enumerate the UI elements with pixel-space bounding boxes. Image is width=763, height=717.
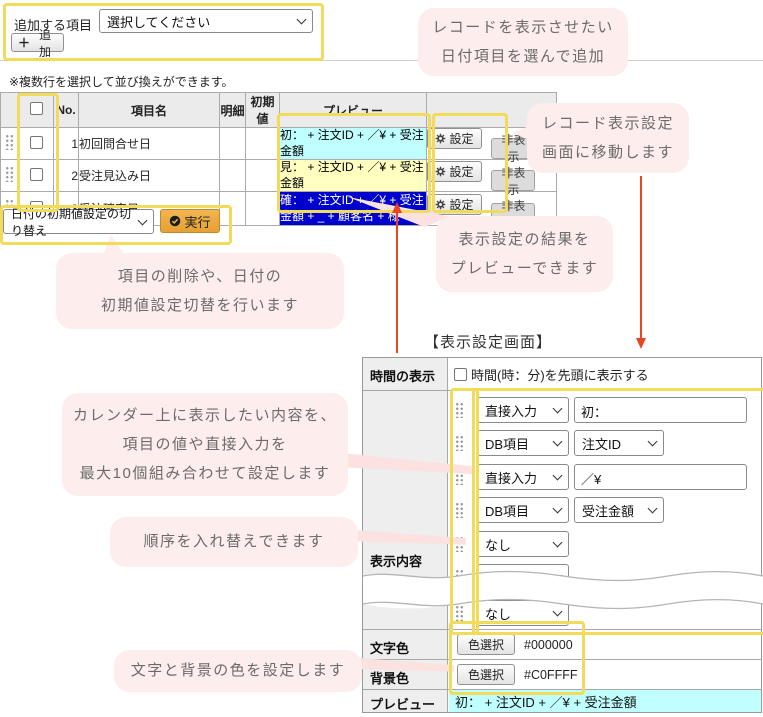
settings-button[interactable]: 設定 bbox=[427, 128, 482, 150]
content-text-input[interactable]: 初： bbox=[574, 397, 747, 423]
bubble-colors: 文字と背景の色を設定します bbox=[114, 650, 362, 692]
bubble-preview-result: 表示設定の結果を プレビューできます bbox=[436, 216, 613, 292]
initial-value-switch-select[interactable]: 日付の初期値設定の切り替え bbox=[3, 207, 154, 238]
arrow-down-line bbox=[640, 176, 642, 338]
divider bbox=[0, 60, 763, 61]
row-item-name: 受注見込み日 bbox=[78, 159, 220, 193]
plus-icon: ＋ bbox=[18, 36, 31, 50]
row-preview: 見： + 注文ID + ／¥ + 受注金額 bbox=[279, 159, 427, 193]
add-button[interactable]: ＋追加 bbox=[11, 28, 64, 59]
check-circle-icon bbox=[170, 215, 181, 227]
row-item-name: 初回問合せ日 bbox=[78, 126, 220, 161]
drag-handle[interactable] bbox=[5, 134, 14, 151]
chevron-down-icon bbox=[552, 436, 563, 447]
row-detail bbox=[219, 159, 246, 193]
drag-handle[interactable] bbox=[455, 502, 464, 518]
row-detail bbox=[219, 191, 246, 227]
chevron-down-icon bbox=[647, 436, 658, 447]
chevron-down-icon bbox=[552, 470, 563, 481]
color-picker-button[interactable]: 色選択 bbox=[457, 664, 515, 685]
gear-icon bbox=[436, 166, 446, 176]
add-item-select[interactable]: 選択してください bbox=[99, 9, 313, 33]
row-checkbox[interactable] bbox=[29, 167, 43, 181]
col-no: No. bbox=[53, 92, 79, 128]
chevron-down-icon bbox=[552, 503, 563, 514]
gear-icon bbox=[436, 134, 446, 144]
row-detail bbox=[219, 126, 246, 161]
text-color-row: 色選択 #000000 bbox=[449, 630, 761, 659]
col-detail: 明細 bbox=[219, 92, 246, 128]
settings-button[interactable]: 設定 bbox=[427, 193, 482, 215]
row-no: 2 bbox=[53, 159, 79, 193]
chevron-down-icon bbox=[552, 403, 563, 414]
content-type-select[interactable]: 直接入力 bbox=[477, 397, 569, 423]
bg-color-value: #C0FFFF bbox=[524, 667, 578, 682]
drag-handle[interactable] bbox=[455, 402, 464, 418]
chevron-down-icon bbox=[552, 537, 563, 548]
content-type-select[interactable]: DB項目 bbox=[477, 430, 569, 456]
content-field-select[interactable]: 受注金額 bbox=[574, 497, 664, 523]
display-content-row: 直接入力 初： bbox=[449, 395, 761, 428]
chevron-down-icon bbox=[296, 14, 307, 25]
page: 追加する項目 選択してください ＋追加 ※複数行を選択して並び換えができます。 … bbox=[0, 0, 763, 717]
content-type-select[interactable]: 直接入力 bbox=[477, 464, 569, 490]
preview-label: プレビュー bbox=[363, 690, 448, 712]
col-initial: 初期値 bbox=[245, 92, 280, 128]
select-all-header bbox=[18, 92, 54, 128]
fold-break bbox=[363, 570, 763, 610]
bubble-settings-nav: レコード表示設定 画面に移動します bbox=[527, 103, 689, 173]
time-display-checkbox-label: 時間(時：分)を先頭に表示する bbox=[471, 367, 649, 383]
bubble-delete-switch: 項目の削除や、日付の 初期値設定切替を行います bbox=[56, 253, 344, 329]
row-initial bbox=[245, 191, 280, 227]
initial-value-switch-value: 日付の初期値設定の切り替え bbox=[11, 206, 132, 238]
time-display-label: 時間の表示 bbox=[363, 358, 448, 390]
arrow-up-line bbox=[396, 212, 398, 353]
time-display-row: 時間(時：分)を先頭に表示する bbox=[449, 358, 761, 390]
content-field-select[interactable]: 注文ID bbox=[574, 430, 664, 456]
execute-button[interactable]: 実行 bbox=[160, 209, 220, 233]
multi-select-note: ※複数行を選択して並び換えができます。 bbox=[9, 75, 234, 89]
row-checkbox[interactable] bbox=[29, 135, 43, 149]
col-preview: プレビュー bbox=[279, 92, 427, 128]
table-row: 1 初回問合せ日 初： + 注文ID + ／¥ + 受注金額 設定 非表示 bbox=[0, 126, 557, 164]
bubble-tail bbox=[103, 235, 125, 255]
item-table-header: No. 項目名 明細 初期値 プレビュー bbox=[0, 92, 557, 128]
settings-button[interactable]: 設定 bbox=[427, 160, 482, 182]
drag-col-header bbox=[0, 92, 19, 128]
select-all-checkbox[interactable] bbox=[29, 102, 43, 115]
display-content-row: DB項目 注文ID bbox=[449, 428, 761, 461]
content-text-input[interactable]: ／¥ bbox=[574, 464, 747, 490]
content-type-select[interactable]: DB項目 bbox=[477, 497, 569, 523]
text-color-label: 文字色 bbox=[363, 630, 448, 659]
bubble-add-hint: レコードを表示させたい 日付項目を選んで追加 bbox=[418, 8, 628, 76]
bubble-content-hint: カレンダー上に表示したい内容を、 項目の値や直接入力を 最大10個組み合わせて設… bbox=[62, 393, 348, 496]
table-row: 2 受注見込み日 見： + 注文ID + ／¥ + 受注金額 設定 非表示 bbox=[0, 159, 557, 197]
col-name: 項目名 bbox=[78, 92, 220, 128]
add-item-select-value: 選択してください bbox=[107, 14, 211, 30]
display-content-row: DB項目 受注金額 bbox=[449, 495, 761, 528]
hide-button[interactable]: 非表示 bbox=[491, 166, 536, 197]
gear-icon bbox=[436, 199, 446, 209]
bg-color-row: 色選択 #C0FFFF bbox=[449, 660, 761, 689]
row-initial bbox=[245, 126, 280, 161]
color-picker-button[interactable]: 色選択 bbox=[457, 634, 515, 655]
time-display-checkbox[interactable] bbox=[454, 367, 467, 381]
chevron-down-icon bbox=[137, 215, 148, 225]
chevron-down-icon bbox=[647, 503, 658, 514]
bubble-reorder: 順序を入れ替えできます bbox=[110, 517, 358, 567]
content-type-select[interactable]: なし bbox=[477, 531, 569, 557]
row-initial bbox=[245, 159, 280, 193]
display-content-row: なし bbox=[449, 529, 761, 562]
display-content-row: 直接入力 ／¥ bbox=[449, 462, 761, 495]
row-preview: 初： + 注文ID + ／¥ + 受注金額 bbox=[279, 126, 427, 161]
arrow-down-icon bbox=[636, 338, 646, 349]
preview-value: 初： + 注文ID + ／¥ + 受注金額 bbox=[449, 690, 761, 712]
row-no: 1 bbox=[53, 126, 79, 161]
settings-screen-title: 【表示設定画面】 bbox=[424, 334, 553, 351]
drag-handle[interactable] bbox=[5, 166, 14, 183]
drag-handle[interactable] bbox=[455, 435, 464, 451]
text-color-value: #000000 bbox=[524, 637, 573, 652]
